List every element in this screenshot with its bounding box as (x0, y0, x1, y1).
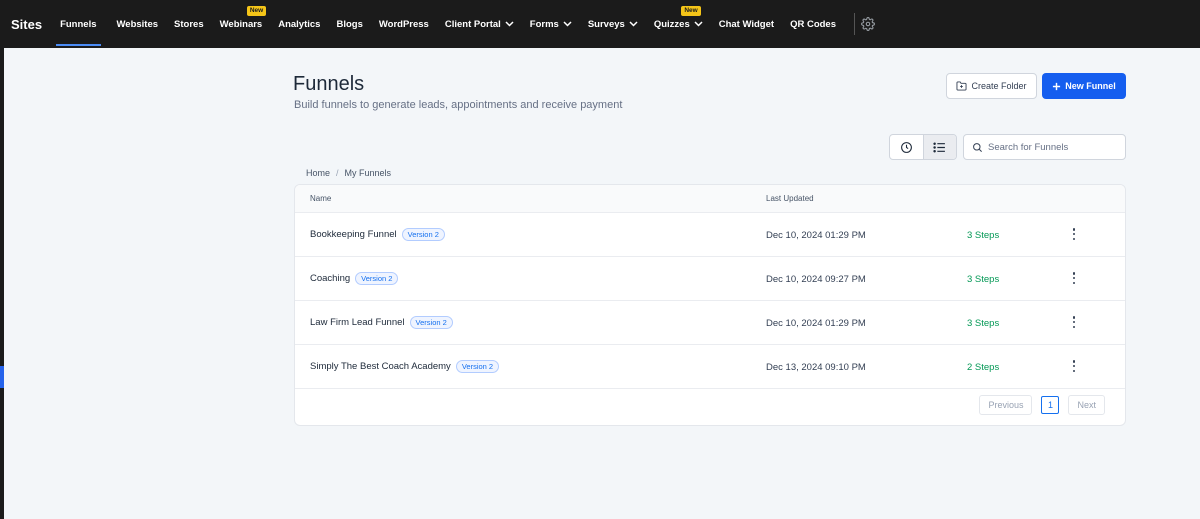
nav-item-chat-widget[interactable]: Chat Widget (719, 0, 774, 48)
view-toggle (889, 134, 957, 160)
new-badge: New (246, 6, 267, 16)
breadcrumb-home[interactable]: Home (306, 168, 330, 178)
nav-label: Blogs (336, 18, 363, 30)
last-updated: Dec 10, 2024 01:29 PM (766, 318, 866, 329)
funnel-name[interactable]: Simply The Best Coach Academy (310, 361, 451, 372)
table-row[interactable]: Simply The Best Coach Academy Version 2 D… (295, 345, 1125, 389)
folder-plus-icon (956, 81, 967, 91)
list-icon (933, 141, 946, 153)
more-options-icon[interactable] (1071, 271, 1077, 285)
version-badge: Version 2 (455, 360, 500, 373)
version-badge: Version 2 (401, 228, 445, 241)
funnel-name-cell: Bookkeeping Funnel Version 2 (310, 228, 445, 241)
list-view-button[interactable] (922, 135, 956, 159)
funnel-name[interactable]: Bookkeeping Funnel (310, 229, 397, 240)
chevron-down-icon (563, 21, 572, 27)
chevron-down-icon (694, 21, 703, 27)
next-page-button[interactable]: Next (1068, 395, 1105, 415)
nav-label: Websites (116, 18, 159, 30)
nav-label: Webinars (219, 18, 263, 30)
nav-item-blogs[interactable]: Blogs (336, 0, 362, 48)
nav-item-surveys[interactable]: Surveys (588, 0, 638, 48)
breadcrumb-separator: / (336, 168, 339, 178)
gear-icon[interactable] (861, 17, 875, 31)
nav-item-client-portal[interactable]: Client Portal (445, 0, 514, 48)
steps-count: 3 Steps (967, 318, 1000, 329)
funnel-name-cell: Law Firm Lead Funnel Version 2 (310, 316, 453, 329)
last-updated: Dec 10, 2024 09:27 PM (766, 274, 866, 285)
nav-label: WordPress (378, 18, 429, 30)
nav-item-funnels[interactable]: Funnels (56, 0, 101, 48)
more-options-icon[interactable] (1071, 227, 1077, 241)
page-number-button[interactable]: 1 (1041, 396, 1060, 414)
sidebar-active-marker (0, 366, 4, 388)
brand-title: Sites (11, 16, 43, 32)
column-header-last-updated: Last Updated (766, 194, 814, 203)
top-nav: Sites Funnels Websites Stores Webinars Ne… (0, 0, 1200, 48)
funnel-name-cell: Simply The Best Coach Academy Version 2 (310, 360, 500, 373)
nav-label: Analytics (278, 18, 321, 30)
breadcrumb-current: My Funnels (344, 168, 392, 178)
version-badge: Version 2 (355, 272, 399, 285)
table-row[interactable]: Law Firm Lead Funnel Version 2 Dec 10, 20… (295, 301, 1125, 345)
create-folder-label: Create Folder (971, 81, 1027, 91)
funnel-name-cell: Coaching Version 2 (310, 272, 399, 285)
more-options-icon[interactable] (1071, 359, 1077, 373)
left-sidebar (0, 48, 4, 519)
column-header-name: Name (310, 194, 332, 203)
new-funnel-label: New Funnel (1065, 81, 1116, 91)
nav-item-websites[interactable]: Websites (117, 0, 159, 48)
table-row[interactable]: Coaching Version 2 Dec 10, 2024 09:27 PM … (295, 257, 1125, 301)
nav-label: Stores (174, 18, 204, 30)
nav-label: Client Portal (444, 18, 501, 30)
nav-item-quizzes[interactable]: Quizzes New (654, 0, 703, 48)
search-box (963, 134, 1126, 160)
nav-label: Surveys (587, 18, 625, 30)
chevron-down-icon (629, 21, 638, 27)
nav-item-analytics[interactable]: Analytics (278, 0, 320, 48)
funnel-name[interactable]: Coaching (310, 273, 350, 284)
nav-label: Chat Widget (718, 18, 775, 30)
steps-count: 3 Steps (967, 230, 1000, 241)
create-folder-button[interactable]: Create Folder (946, 73, 1037, 99)
table-row[interactable]: Bookkeeping Funnel Version 2 Dec 10, 2024… (295, 213, 1125, 257)
table-header: Name Last Updated (295, 185, 1125, 213)
plus-icon (1052, 82, 1061, 91)
new-badge: New (681, 6, 701, 16)
steps-count: 3 Steps (967, 274, 1000, 285)
version-badge: Version 2 (409, 316, 453, 329)
chevron-down-icon (505, 21, 514, 27)
new-funnel-button[interactable]: New Funnel (1042, 73, 1126, 99)
funnel-name[interactable]: Law Firm Lead Funnel (310, 317, 405, 328)
nav-item-qr-codes[interactable]: QR Codes (790, 0, 836, 48)
nav-label: QR Codes (790, 18, 836, 30)
funnels-table: Name Last Updated Bookkeeping Funnel Vers… (294, 184, 1126, 426)
nav-item-forms[interactable]: Forms (530, 0, 572, 48)
last-updated: Dec 13, 2024 09:10 PM (766, 362, 866, 373)
nav-item-wordpress[interactable]: WordPress (379, 0, 429, 48)
breadcrumb: Home / My Funnels (306, 168, 391, 178)
page-title: Funnels (293, 73, 365, 95)
nav-label: Quizzes (653, 18, 690, 30)
recent-view-button[interactable] (890, 135, 923, 159)
nav-divider (854, 13, 855, 35)
search-icon (972, 142, 983, 153)
nav-item-webinars[interactable]: Webinars New (219, 0, 267, 48)
nav-label: Funnels (60, 18, 97, 30)
search-input[interactable] (988, 141, 1118, 153)
previous-page-button[interactable]: Previous (979, 395, 1033, 415)
last-updated: Dec 10, 2024 01:29 PM (766, 230, 866, 241)
clock-icon (900, 141, 913, 154)
page-subtitle: Build funnels to generate leads, appoint… (294, 99, 623, 111)
steps-count: 2 Steps (967, 362, 1000, 373)
nav-item-stores[interactable]: Stores (174, 0, 204, 48)
pagination: Previous 1 Next (979, 395, 1105, 415)
nav-label: Forms (529, 18, 559, 30)
more-options-icon[interactable] (1071, 315, 1077, 329)
